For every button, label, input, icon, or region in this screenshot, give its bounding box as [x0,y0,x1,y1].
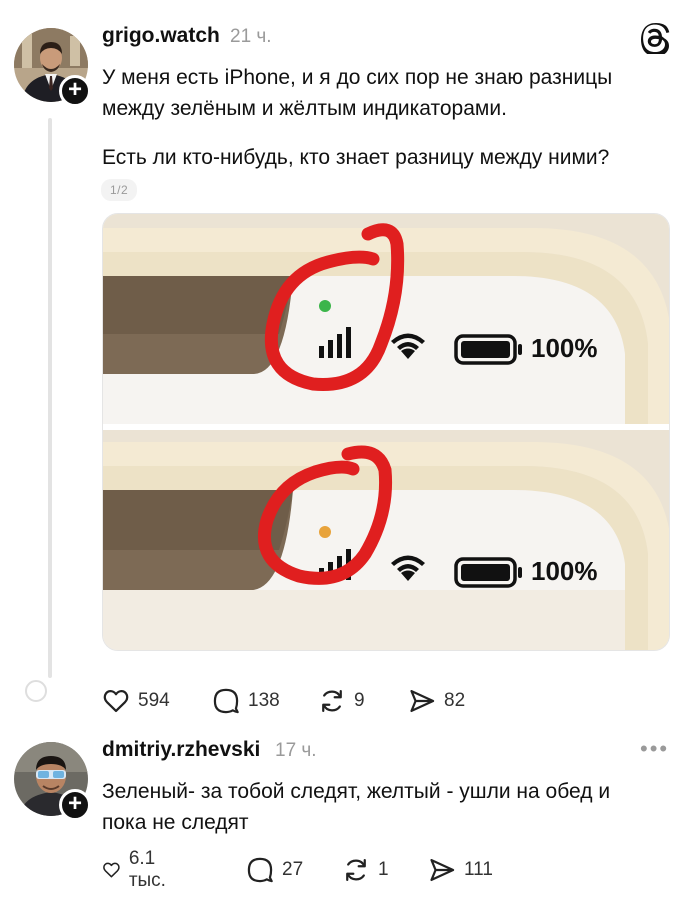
thread-end-circle [25,680,47,702]
follow-plus-button[interactable]: + [59,75,91,107]
comment-count: 138 [248,690,280,711]
post-text-line3: Есть ли кто-нибудь, кто знает разницу ме… [102,146,610,169]
reply-share-button[interactable]: 111 [428,853,493,887]
reply-repost-count: 1 [378,859,389,880]
reply-text-line2: пока не следят [102,811,249,834]
repost-count: 9 [354,690,365,711]
battery-percent-top: 100% [531,333,598,363]
reply-time: 17 ч. [275,740,317,761]
reply-text-line1: Зеленый- за тобой следят, желтый - ушли … [102,780,611,803]
share-count: 82 [444,690,466,711]
image-counter: 1/2 [101,179,138,201]
comment-button[interactable]: 138 [212,684,280,718]
send-icon [410,689,435,713]
reply-comment-button[interactable]: 27 [246,853,303,887]
reply-repost-button[interactable]: 1 [342,853,389,887]
threads-logo-icon[interactable] [640,22,672,57]
heart-icon [103,690,129,713]
battery-percent-bottom: 100% [531,556,598,586]
like-count: 594 [138,690,170,711]
reply-username[interactable]: dmitriy.rzhevski [102,738,260,762]
reply-like-button[interactable]: 6.1 тыс. [102,848,175,891]
send-icon [430,858,455,882]
post-text-line1: У меня есть iPhone, и я до сих пор не зн… [102,66,613,89]
repost-button[interactable]: 9 [318,684,365,718]
thread-line [48,118,52,678]
post-text-line2: между зелёным и жёлтым индикаторами. [102,97,507,120]
reply-share-count: 111 [464,859,493,880]
like-button[interactable]: 594 [102,684,170,718]
post-username[interactable]: grigo.watch [102,24,220,48]
follow-plus-button-reply[interactable]: + [59,789,91,821]
comment-icon [213,688,239,714]
reply-comment-count: 27 [282,859,304,880]
comment-icon [247,857,273,883]
repost-icon [322,689,342,713]
share-button[interactable]: 82 [408,684,465,718]
repost-icon [346,858,366,882]
post-time: 21 ч. [230,26,272,47]
reply-like-count: 6.1 тыс. [128,848,166,891]
heart-icon [103,862,120,878]
post-image[interactable]: 100% 100% [102,213,670,651]
more-options-icon[interactable]: ••• [640,736,669,762]
